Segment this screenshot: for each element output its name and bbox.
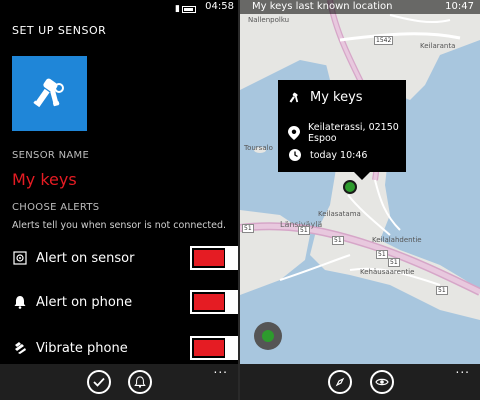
check-icon bbox=[93, 377, 105, 387]
road-number-badge: 51 bbox=[376, 250, 388, 259]
confirm-button[interactable] bbox=[87, 370, 111, 394]
sensor-tile[interactable] bbox=[12, 56, 87, 131]
vibrate-phone-toggle[interactable] bbox=[190, 336, 238, 360]
keys-location-pin[interactable] bbox=[343, 180, 357, 194]
keys-icon bbox=[32, 78, 64, 107]
road-number-badge: 51 bbox=[388, 258, 400, 267]
sensor-name-label: SENSOR NAME bbox=[12, 150, 90, 161]
map-label: Toursalo bbox=[244, 144, 273, 152]
alert-on-phone-toggle[interactable] bbox=[190, 290, 238, 314]
map-label: Keilasatama bbox=[318, 210, 361, 218]
keys-icon bbox=[288, 91, 302, 105]
vibrate-icon bbox=[12, 340, 28, 356]
more-button[interactable]: ... bbox=[456, 363, 470, 375]
bell-icon bbox=[134, 376, 146, 388]
compass-icon bbox=[335, 377, 345, 387]
app-bar: ... bbox=[240, 363, 480, 400]
alert-label: Alert on phone bbox=[36, 294, 133, 310]
signal-icon: ▮ bbox=[175, 4, 180, 14]
my-location-dot bbox=[262, 330, 274, 342]
alert-label: Alert on sensor bbox=[36, 250, 135, 266]
popup-address-row: Keilaterassi, 02150 Espoo bbox=[288, 122, 406, 144]
sensor-name-field[interactable]: My keys bbox=[12, 170, 77, 189]
alert-label: Vibrate phone bbox=[36, 340, 128, 356]
road-number-badge: 1542 bbox=[374, 36, 394, 45]
app-bar: ... bbox=[0, 363, 238, 400]
alert-row-phone: Alert on phone bbox=[12, 290, 238, 314]
location-popup[interactable]: My keys Keilaterassi, 02150 Espoo today … bbox=[278, 80, 406, 172]
alert-row-sensor: Alert on sensor bbox=[12, 246, 238, 270]
popup-time-row: today 10:46 bbox=[288, 148, 367, 162]
eye-icon bbox=[375, 378, 389, 386]
location-map-screen: Nallenpolku Keilaranta Länsiväylä Keilal… bbox=[240, 0, 480, 400]
page-title: SET UP SENSOR bbox=[12, 24, 107, 37]
choose-alerts-label: CHOOSE ALERTS bbox=[12, 202, 100, 213]
more-button[interactable]: ... bbox=[214, 363, 228, 375]
view-button[interactable] bbox=[370, 370, 394, 394]
popup-address: Keilaterassi, 02150 Espoo bbox=[308, 122, 399, 144]
map-label: Keilalahdentie bbox=[372, 236, 422, 244]
battery-icon bbox=[182, 5, 196, 13]
location-title: My keys last known location bbox=[252, 1, 393, 12]
test-alert-button[interactable] bbox=[128, 370, 152, 394]
status-bar: My keys last known location 10:47 bbox=[240, 0, 480, 14]
toggle-knob bbox=[225, 338, 236, 358]
map-label: Nallenpolku bbox=[248, 16, 290, 24]
road-number-badge: 51 bbox=[436, 286, 448, 295]
setup-sensor-screen: ▮ 04:58 SET UP SENSOR SENSOR NAME My key… bbox=[0, 0, 238, 400]
toggle-fill bbox=[194, 294, 224, 310]
map[interactable] bbox=[240, 0, 480, 364]
road-number-badge: 51 bbox=[332, 236, 344, 245]
popup-time: today 10:46 bbox=[310, 149, 368, 161]
location-pin-icon bbox=[288, 126, 300, 140]
popup-title-row: My keys bbox=[288, 90, 363, 105]
toggle-fill bbox=[194, 250, 224, 266]
toggle-knob bbox=[225, 248, 236, 268]
alert-row-vibrate: Vibrate phone bbox=[12, 336, 238, 360]
status-icons: ▮ bbox=[175, 2, 196, 16]
bell-icon bbox=[12, 294, 28, 310]
toggle-knob bbox=[225, 292, 236, 312]
popup-title: My keys bbox=[310, 90, 363, 105]
status-time: 10:47 bbox=[445, 1, 474, 12]
map-label: Kehäusaarentie bbox=[360, 268, 415, 276]
status-bar: ▮ 04:58 bbox=[0, 0, 238, 14]
toggle-fill bbox=[194, 340, 224, 356]
clock-icon bbox=[288, 148, 302, 162]
map-label: Keilaranta bbox=[420, 42, 456, 50]
road-number-badge: 51 bbox=[242, 224, 254, 233]
sensor-icon bbox=[12, 250, 28, 266]
compass-button[interactable] bbox=[328, 370, 352, 394]
alerts-hint: Alerts tell you when sensor is not conne… bbox=[12, 220, 227, 231]
road-number-badge: 51 bbox=[298, 226, 310, 235]
alert-on-sensor-toggle[interactable] bbox=[190, 246, 238, 270]
popup-pointer bbox=[354, 172, 370, 180]
status-time: 04:58 bbox=[205, 1, 234, 12]
my-location-pin[interactable] bbox=[254, 322, 282, 350]
